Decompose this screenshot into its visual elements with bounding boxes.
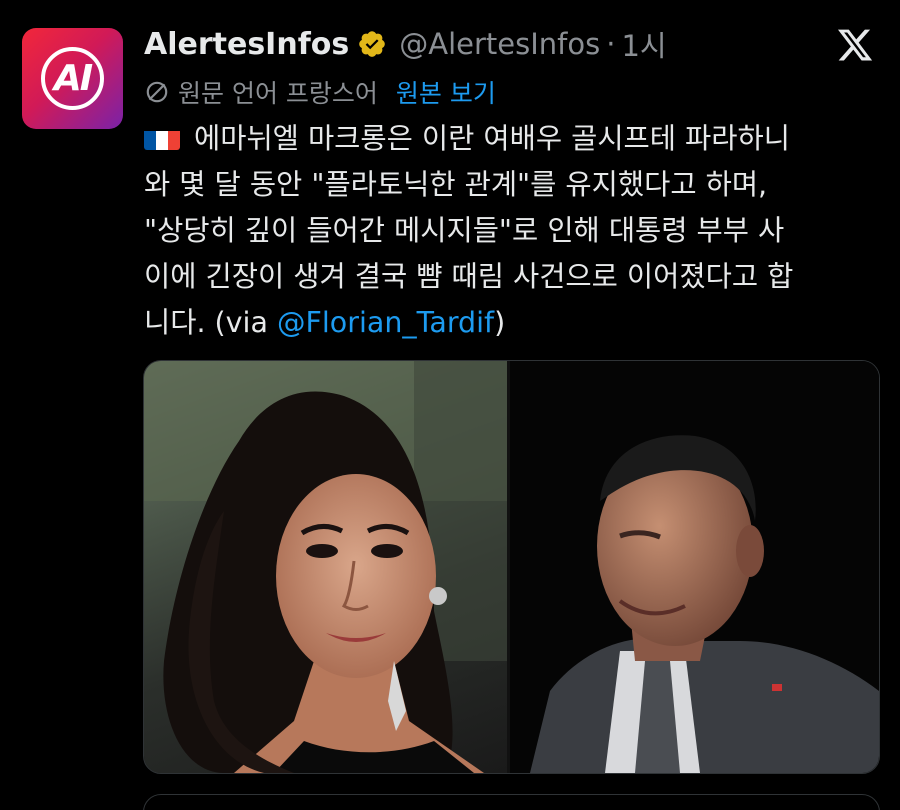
next-media-card-edge — [143, 794, 880, 810]
tweet-card[interactable]: AI AlertesInfos @AlertesInfos · 1시 원문 언어… — [0, 0, 900, 810]
tweet-body-text: 에마뉘엘 마크롱은 이란 여배우 골시프테 파라하니 — [194, 122, 790, 155]
header-separator: · — [606, 27, 616, 61]
mention-link[interactable]: @Florian_Tardif — [277, 306, 494, 339]
tweet-body-line: 와 몇 달 동안 "플라토닉한 관계"를 유지했다고 하며, — [144, 168, 768, 201]
translation-row: 원문 언어 프랑스어 원본 보기 — [144, 74, 496, 110]
translate-globe-icon — [146, 81, 168, 103]
tweet-body: 에마뉘엘 마크롱은 이란 여배우 골시프테 파라하니 와 몇 달 동안 "플라토… — [144, 116, 884, 346]
last-line-prefix: 니다. (via — [144, 306, 277, 339]
original-language-label: 원문 언어 프랑스어 — [178, 79, 378, 108]
tweet-timestamp[interactable]: 1시 — [621, 23, 666, 65]
verified-badge-icon — [359, 31, 386, 57]
avatar-logo-text: AI — [53, 58, 93, 99]
tweet-body-line: 에마뉘엘 마크롱은 이란 여배우 골시프테 파라하니 — [144, 116, 884, 162]
author-avatar[interactable]: AI — [22, 28, 123, 129]
tweet-body-line: 이에 긴장이 생겨 결국 뺨 때림 사건으로 이어졌다고 합 — [144, 260, 794, 293]
media-photo-macron[interactable] — [510, 361, 879, 773]
politician-portrait-illustration — [510, 361, 879, 773]
x-logo-icon — [837, 29, 873, 61]
tweet-media-grid[interactable] — [143, 360, 880, 774]
actress-portrait-illustration — [144, 361, 507, 773]
author-name[interactable]: AlertesInfos — [144, 27, 349, 62]
tweet-header: AlertesInfos @AlertesInfos · 1시 — [144, 24, 667, 64]
view-original-link[interactable]: 원본 보기 — [396, 74, 496, 110]
last-line-suffix: ) — [494, 306, 506, 339]
media-photo-actress[interactable] — [144, 361, 507, 773]
author-handle[interactable]: @AlertesInfos — [399, 27, 600, 61]
tweet-body-line: "상당히 깊이 들어간 메시지들"로 인해 대통령 부부 사 — [144, 214, 785, 247]
tweet-body-line: 니다. (via @Florian_Tardif) — [144, 300, 884, 346]
france-flag-icon — [144, 124, 180, 150]
